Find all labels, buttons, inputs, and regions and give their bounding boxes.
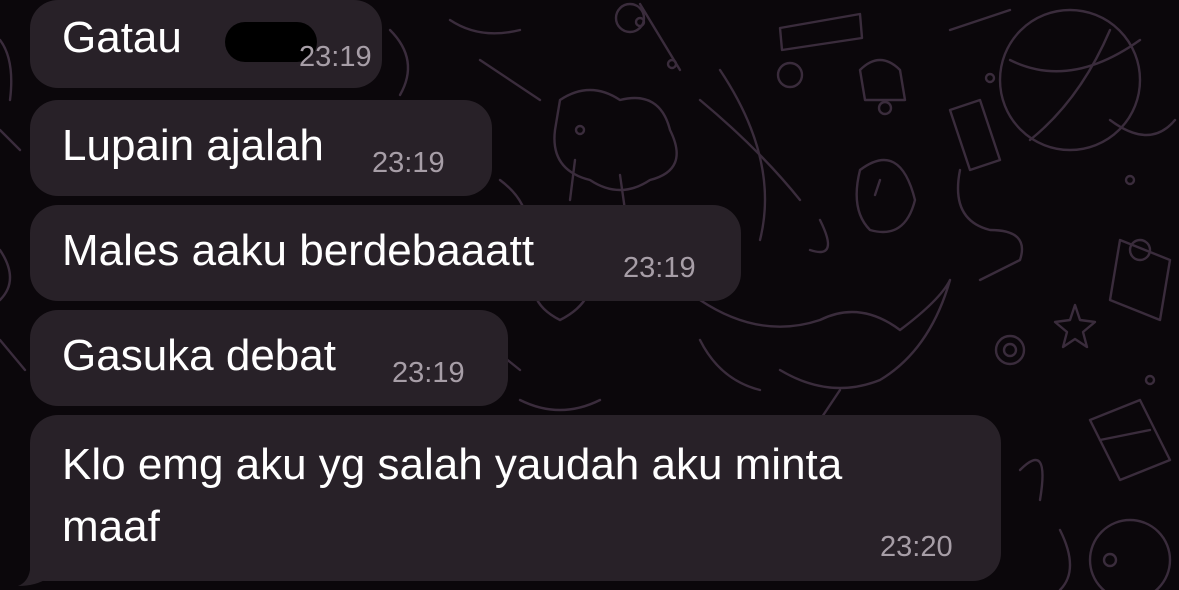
message-text: Gatau (62, 13, 182, 62)
message-timestamp: 23:19 (299, 41, 372, 73)
message-timestamp: 23:19 (392, 357, 465, 389)
message-bubble[interactable]: Lupain ajalah 23:19 (30, 100, 492, 196)
message-bubble[interactable]: Gatau 23:19 (30, 0, 382, 88)
message-timestamp: 23:20 (880, 531, 953, 563)
message-bubble[interactable]: Gasuka debat 23:19 (30, 310, 508, 406)
message-timestamp: 23:19 (372, 147, 445, 179)
bubble-tail (18, 552, 48, 586)
message-timestamp: 23:19 (623, 252, 696, 284)
message-bubble[interactable]: Males aaku berdebaaatt 23:19 (30, 205, 741, 301)
message-bubble[interactable]: Klo emg aku yg salah yaudah aku minta ma… (30, 415, 1001, 581)
message-text-line-1: Klo emg aku yg salah yaudah aku minta (62, 440, 843, 489)
message-text: Gasuka debat (62, 331, 336, 380)
message-text: Lupain ajalah (62, 121, 324, 170)
message-text: Males aaku berdebaaatt (62, 226, 535, 275)
message-text-line-2: maaf (62, 502, 160, 551)
